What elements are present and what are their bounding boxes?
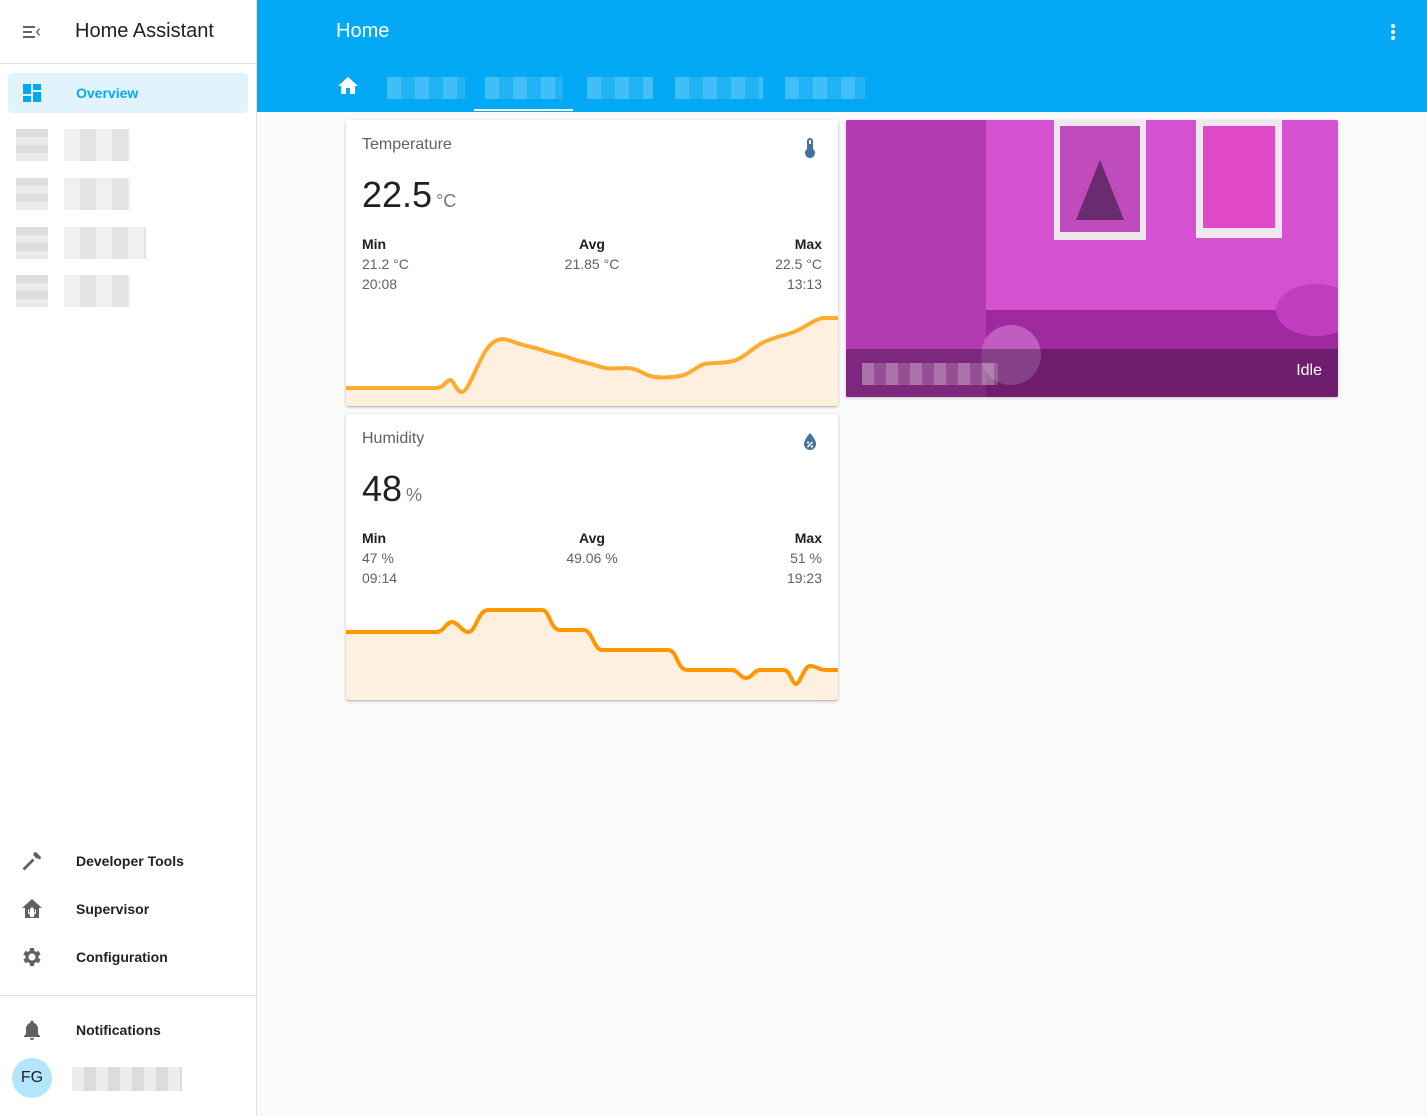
camera-card[interactable]: Idle [846, 120, 1338, 397]
sensor-value-number: 22.5 [362, 174, 433, 215]
dashboard-icon [8, 81, 56, 105]
stat-avg-label: Avg [579, 236, 605, 252]
sidebar-divider [0, 995, 256, 996]
active-tab-indicator [474, 109, 573, 111]
sidebar-item-label: Overview [76, 85, 139, 101]
sidebar-item-overview[interactable]: Overview [8, 73, 248, 113]
stat-avg: Avg 21.85 °C [346, 234, 838, 274]
sidebar-item-notifications[interactable]: Notifications [8, 1010, 248, 1050]
water-percent-icon [798, 430, 822, 454]
sidebar-item-blurred-icon[interactable] [16, 227, 48, 259]
stat-avg-value: 49.06 % [566, 550, 618, 566]
sidebar: Home Assistant Overview Developer Tools … [0, 0, 257, 1116]
home-icon [336, 74, 360, 103]
sensor-value: 48% [362, 468, 422, 510]
sidebar-item-label: Developer Tools [76, 853, 184, 869]
gear-icon [8, 945, 56, 969]
temperature-history-graph [346, 316, 838, 406]
card-name: Humidity [362, 430, 425, 447]
hammer-icon [8, 849, 56, 873]
humidity-card[interactable]: Humidity 48% Min 47 % 09:14 Avg 49.06 % … [346, 414, 838, 700]
app-header: Home [257, 0, 1427, 112]
sidebar-item-blurred-icon[interactable] [16, 129, 48, 161]
sidebar-item-label: Supervisor [76, 901, 150, 917]
stat-avg-label: Avg [579, 530, 605, 546]
stat-max-time: 19:23 [786, 570, 822, 586]
sidebar-item-blurred-icon[interactable] [16, 178, 48, 210]
tab-blurred-1[interactable] [387, 64, 465, 112]
stat-max: Max 51 % 19:23 [787, 528, 822, 588]
sidebar-item-configuration[interactable]: Configuration [8, 937, 248, 977]
page-title: Home [336, 20, 390, 42]
temperature-card[interactable]: Temperature 22.5 °C Min 21.2 °C 20:08 Avg… [346, 120, 838, 406]
dots-vertical-icon[interactable] [1381, 18, 1405, 46]
bell-icon [8, 1018, 56, 1042]
sensor-unit: % [406, 485, 423, 505]
stat-max-label: Max [794, 236, 822, 252]
sidebar-item-blurred-icon[interactable] [16, 275, 48, 307]
camera-footer: Idle [846, 349, 1338, 397]
user-name-blurred[interactable] [72, 1067, 182, 1091]
sidebar-item-label: Notifications [76, 1022, 161, 1038]
stat-max-label: Max [794, 530, 822, 546]
sensor-unit: °C [436, 191, 457, 211]
tab-blurred-2[interactable] [485, 64, 563, 112]
home-assistant-icon [8, 897, 56, 921]
tab-blurred-5[interactable] [785, 64, 865, 112]
menu-open-icon[interactable] [0, 0, 64, 64]
stat-min-time: 09:14 [362, 570, 398, 586]
thermometer-icon [798, 136, 822, 160]
sidebar-item-blurred-label[interactable] [64, 178, 130, 210]
tab-blurred-3[interactable] [587, 64, 653, 112]
user-avatar[interactable]: FG [12, 1058, 52, 1098]
stat-max-time: 13:13 [786, 276, 822, 292]
sidebar-item-supervisor[interactable]: Supervisor [8, 889, 248, 929]
sensor-value: 22.5 °C [362, 174, 456, 216]
sensor-value-number: 48 [362, 468, 403, 509]
tab-blurred-4[interactable] [675, 64, 763, 112]
sidebar-item-blurred-label[interactable] [64, 129, 130, 161]
app-title: Home Assistant [75, 20, 214, 42]
camera-name-blurred [862, 363, 998, 385]
stat-max-value: 51 % [790, 550, 822, 566]
stat-avg: Avg 49.06 % [346, 528, 838, 568]
stat-max: Max 22.5 °C 13:13 [775, 234, 822, 294]
sidebar-item-developer-tools[interactable]: Developer Tools [8, 841, 248, 881]
sidebar-header: Home Assistant [0, 0, 256, 64]
sidebar-item-blurred-label[interactable] [64, 227, 146, 259]
tab-home[interactable] [336, 64, 360, 112]
stat-max-value: 22.5 °C [775, 256, 822, 272]
sidebar-item-label: Configuration [76, 949, 168, 965]
stat-min-time: 20:08 [362, 276, 398, 292]
humidity-history-graph [346, 608, 838, 700]
stat-avg-value: 21.85 °C [564, 256, 620, 272]
card-name: Temperature [362, 136, 452, 153]
camera-state: Idle [1296, 362, 1322, 379]
sidebar-item-blurred-label[interactable] [64, 275, 130, 307]
